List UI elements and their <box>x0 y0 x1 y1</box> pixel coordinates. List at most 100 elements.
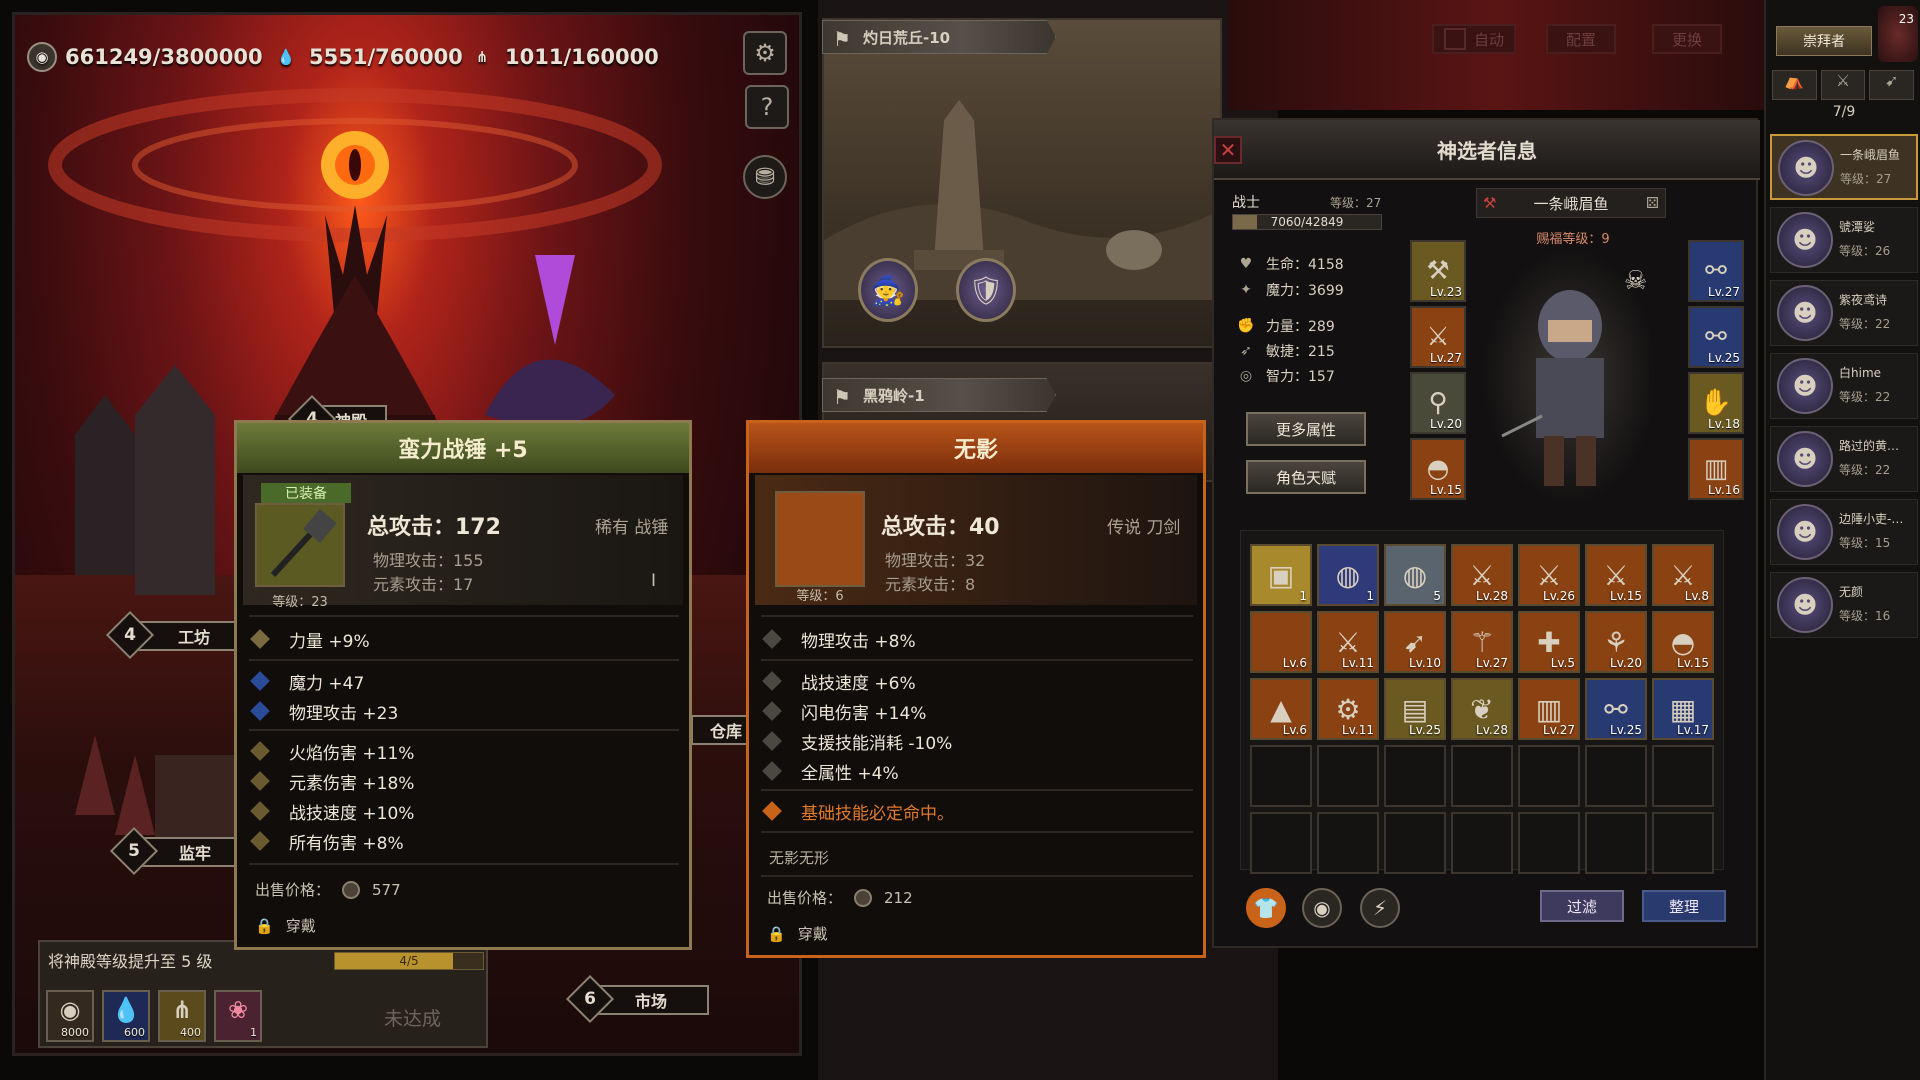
building-market[interactable]: 6 市场 <box>565 974 709 1024</box>
item-level: Lv.26 <box>1543 589 1575 603</box>
inventory-item[interactable]: ⚔ Lv.11 <box>1317 611 1379 673</box>
inventory-empty-slot[interactable] <box>1518 812 1580 874</box>
inventory-item[interactable]: ⚔ Lv.15 <box>1585 544 1647 606</box>
char-name[interactable]: ⚒ 一条峨眉鱼 ⚄ <box>1476 188 1666 218</box>
filter-ring-icon[interactable]: ◉ <box>1302 888 1342 928</box>
settings-gear-icon[interactable]: ⚙ <box>743 31 787 75</box>
roster-member[interactable]: ☻ 號潭娑 等级：26 <box>1770 207 1918 273</box>
auto-toggle[interactable]: 自动 <box>1432 24 1516 54</box>
inventory-item[interactable]: ⚔ Lv.8 <box>1652 544 1714 606</box>
inventory-item[interactable]: ◍ 5 <box>1384 544 1446 606</box>
inventory-item[interactable]: ⚘ Lv.20 <box>1585 611 1647 673</box>
inventory-empty-slot[interactable] <box>1384 812 1446 874</box>
equip-slot-offhand[interactable]: ⚔ Lv.27 <box>1410 306 1466 368</box>
inventory-item[interactable]: Lv.6 <box>1250 611 1312 673</box>
filter-tab-icon[interactable]: ⛺ <box>1772 70 1817 100</box>
inventory-item[interactable]: ⚙ Lv.11 <box>1317 678 1379 740</box>
equip-slot-boots[interactable]: ▥ Lv.16 <box>1688 438 1744 500</box>
resource-value: 1011/160000 <box>505 45 659 69</box>
inventory-item[interactable]: ▲ Lv.6 <box>1250 678 1312 740</box>
wheat-icon: ⋔ <box>171 996 193 1024</box>
inventory-empty-slot[interactable] <box>1250 812 1312 874</box>
config-button[interactable]: 配置 <box>1546 24 1616 54</box>
roster-member[interactable]: ☻ 路过的黄… 等级：22 <box>1770 426 1918 492</box>
inventory-empty-slot[interactable] <box>1451 812 1513 874</box>
inventory-empty-slot[interactable] <box>1317 745 1379 807</box>
worshipper-tab[interactable]: 崇拜者 <box>1776 26 1872 56</box>
stat-line: 魔力 +47 <box>250 667 364 695</box>
roster-member[interactable]: ☻ 边陲小吏-… 等级：15 <box>1770 499 1918 565</box>
roster-member[interactable]: ☻ 无颜 等级：16 <box>1770 572 1918 638</box>
equip-slot-weapon[interactable]: ⚒ Lv.23 <box>1410 240 1466 302</box>
roster-badge: 23 <box>1878 6 1918 62</box>
party-hero-2[interactable]: 🛡 <box>956 258 1016 322</box>
item-level: Lv.15 <box>1677 656 1709 670</box>
inventory-empty-slot[interactable] <box>1250 745 1312 807</box>
help-book-icon[interactable]: ? <box>745 85 789 129</box>
close-icon[interactable]: ✕ <box>1214 136 1242 164</box>
item-level: Lv.28 <box>1476 589 1508 603</box>
exp-bar: 7060/42849 <box>1232 214 1382 230</box>
special-effect: 基础技能必定命中。 <box>762 797 954 825</box>
talent-button[interactable]: 角色天赋 <box>1246 460 1366 494</box>
roster-member[interactable]: ☻ 白hime 等级：22 <box>1770 353 1918 419</box>
inventory-empty-slot[interactable] <box>1585 812 1647 874</box>
sort-button[interactable]: 整理 <box>1642 890 1726 922</box>
inventory-item[interactable]: ▤ Lv.25 <box>1384 678 1446 740</box>
item-level: Lv.25 <box>1409 723 1441 737</box>
equip-slot-shoulder[interactable]: ⚯ Lv.25 <box>1688 306 1744 368</box>
inventory-item[interactable]: ▥ Lv.27 <box>1518 678 1580 740</box>
elemental-attack: 元素攻击：17 <box>373 575 474 594</box>
treasure-coins-icon[interactable]: ⛃ <box>743 155 787 199</box>
filter-button[interactable]: 过滤 <box>1540 890 1624 922</box>
inventory-item[interactable]: ▣ 1 <box>1250 544 1312 606</box>
item-icon: ◓ <box>1670 625 1696 659</box>
avatar: ☻ <box>1777 431 1833 487</box>
inventory-empty-slot[interactable] <box>1518 745 1580 807</box>
inventory-item[interactable]: ⚔ Lv.28 <box>1451 544 1513 606</box>
item-level: Lv.6 <box>1282 656 1307 670</box>
filter-tab-icon[interactable]: ⚔ <box>1820 70 1866 100</box>
flesh-icon: ❀ <box>227 996 249 1024</box>
filter-armor-icon[interactable]: 👕 <box>1246 888 1286 928</box>
sell-price: 出售价格： 212 <box>767 888 913 907</box>
inventory-item[interactable]: ◓ Lv.15 <box>1652 611 1714 673</box>
inventory-item[interactable]: ⚔ Lv.26 <box>1518 544 1580 606</box>
equip-slot-head[interactable]: ⚯ Lv.27 <box>1688 240 1744 302</box>
inventory-empty-slot[interactable] <box>1384 745 1446 807</box>
member-name: 边陲小吏-… <box>1839 512 1904 526</box>
stage-flag-1: ⚑ 灼日荒丘-10 <box>822 20 1056 54</box>
inventory-empty-slot[interactable] <box>1317 812 1379 874</box>
equip-slot-gloves[interactable]: ✋ Lv.18 <box>1688 372 1744 434</box>
inventory-empty-slot[interactable] <box>1652 745 1714 807</box>
inventory-empty-slot[interactable] <box>1451 745 1513 807</box>
more-attributes-button[interactable]: 更多属性 <box>1246 412 1366 446</box>
inventory-item[interactable]: ✚ Lv.5 <box>1518 611 1580 673</box>
item-icon: ⚔ <box>1603 558 1629 592</box>
roster-member[interactable]: ☻ 紫夜鸢诗 等级：22 <box>1770 280 1918 346</box>
equip-action[interactable]: 🔒 穿戴 <box>255 915 316 936</box>
party-hero-1[interactable]: 🧙 <box>858 258 918 322</box>
inventory-item[interactable]: ◍ 1 <box>1317 544 1379 606</box>
item-level: Lv.27 <box>1476 656 1508 670</box>
equip-action[interactable]: 🔒 穿戴 <box>767 923 828 944</box>
equip-slot-amulet[interactable]: ⚲ Lv.20 <box>1410 372 1466 434</box>
roster-member[interactable]: ☻ 一条峨眉鱼 等级：27 <box>1770 134 1918 200</box>
equip-slot-ring[interactable]: ◓ Lv.15 <box>1410 438 1466 500</box>
inventory-item[interactable]: ➹ Lv.10 <box>1384 611 1446 673</box>
replace-button[interactable]: 更换 <box>1652 24 1722 54</box>
inventory-item[interactable]: ⚯ Lv.25 <box>1585 678 1647 740</box>
item-icon: ⚔ <box>1469 558 1495 592</box>
item-level: 5 <box>1433 589 1441 603</box>
inventory-item[interactable]: ▦ Lv.17 <box>1652 678 1714 740</box>
filter-tab-icon[interactable]: ➹ <box>1869 70 1915 100</box>
filter-skill-icon[interactable]: ⚡ <box>1360 888 1400 928</box>
inventory-empty-slot[interactable] <box>1585 745 1647 807</box>
item-icon: ▤ <box>1401 692 1429 726</box>
avatar: ☻ <box>1778 140 1834 196</box>
inventory-item[interactable]: ❦ Lv.28 <box>1451 678 1513 740</box>
member-level: 等级：15 <box>1839 536 1891 550</box>
member-level: 等级：16 <box>1839 609 1891 623</box>
inventory-empty-slot[interactable] <box>1652 812 1714 874</box>
inventory-item[interactable]: ⚚ Lv.27 <box>1451 611 1513 673</box>
